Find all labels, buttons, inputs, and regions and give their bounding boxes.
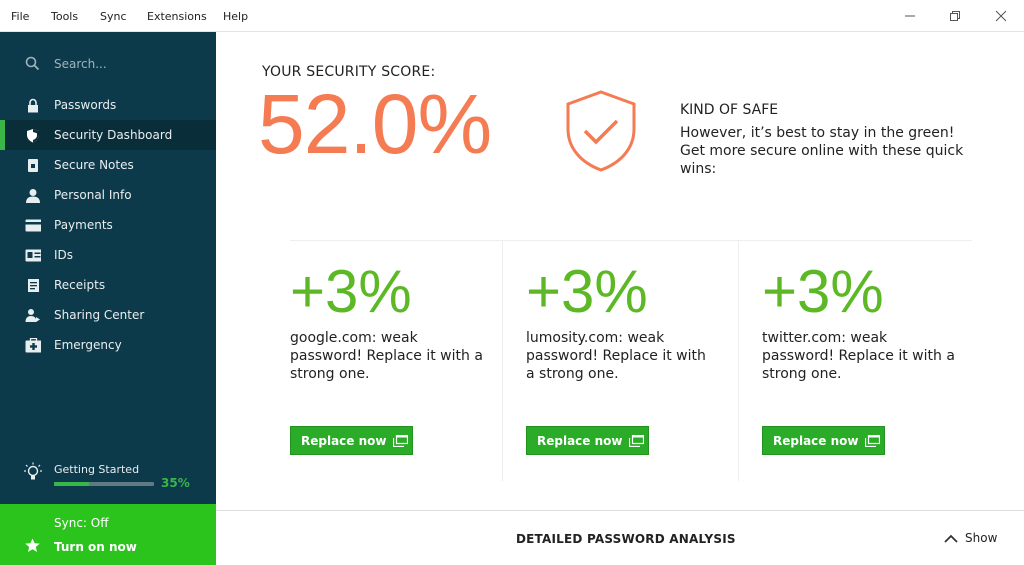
sidebar-item-label: Passwords (54, 98, 117, 112)
safety-level-description: However, it’s best to stay in the green!… (680, 125, 964, 177)
show-analysis-button[interactable]: Show (944, 527, 997, 549)
external-window-icon (865, 434, 881, 447)
sidebar-item-personal-info[interactable]: Personal Info (0, 180, 216, 210)
menu-tools[interactable]: Tools (51, 10, 78, 23)
quick-win-card: +3% google.com: weak password! Replace i… (290, 241, 526, 481)
sidebar-item-sharing-center[interactable]: Sharing Center (0, 300, 216, 330)
getting-started-progress-bar (54, 482, 154, 486)
sync-status: Sync: Off (54, 516, 109, 530)
sidebar-item-label: Receipts (54, 278, 106, 292)
lightbulb-icon (24, 462, 42, 486)
sidebar-item-label: Sharing Center (54, 308, 145, 322)
quick-win-card: +3% twitter.com: weak password! Replace … (738, 241, 974, 481)
search-box[interactable]: Search... (0, 50, 216, 78)
quick-win-percent: +3% (290, 258, 412, 325)
shield-icon (25, 128, 41, 142)
id-card-icon (25, 248, 41, 262)
sidebar-item-security-dashboard[interactable]: Security Dashboard (0, 120, 216, 150)
show-label: Show (965, 531, 998, 545)
replace-now-button[interactable]: Replace now (290, 426, 413, 455)
sidebar-item-payments[interactable]: Payments (0, 210, 216, 240)
quick-win-description: google.com: weak password! Replace it wi… (290, 330, 483, 382)
quick-win-card: +3% lumosity.com: weak password! Replace… (502, 241, 738, 481)
safety-level-title: KIND OF SAFE (680, 102, 779, 118)
sidebar-item-label: Secure Notes (54, 158, 134, 172)
menu-file[interactable]: File (11, 10, 29, 23)
replace-now-label: Replace now (301, 433, 387, 448)
sidebar-item-secure-notes[interactable]: Secure Notes (0, 150, 216, 180)
turn-on-sync-button[interactable]: Turn on now (54, 540, 137, 554)
close-button[interactable] (990, 6, 1012, 26)
lock-icon (25, 98, 41, 112)
minimize-icon (905, 15, 915, 17)
sidebar: Search... Passwords Security Dashboard S… (0, 32, 216, 565)
close-icon (995, 10, 1007, 22)
shield-check-icon (564, 89, 638, 177)
quick-win-percent: +3% (526, 258, 648, 325)
external-window-icon (393, 434, 409, 447)
getting-started[interactable]: Getting Started 35% (0, 460, 216, 500)
password-analysis-bar: DETAILED PASSWORD ANALYSIS Show (216, 510, 1024, 565)
menu-extensions[interactable]: Extensions (147, 10, 207, 23)
note-icon (25, 158, 41, 172)
sidebar-item-label: Security Dashboard (54, 128, 173, 142)
getting-started-progress-fill (54, 482, 89, 486)
menu-bar: File Tools Sync Extensions Help (0, 0, 1024, 32)
security-score-value: 52.0% (258, 77, 492, 171)
restore-button[interactable] (944, 6, 966, 26)
sidebar-item-label: Payments (54, 218, 113, 232)
quick-win-percent: +3% (762, 258, 884, 325)
sidebar-item-ids[interactable]: IDs (0, 240, 216, 270)
getting-started-percent: 35% (161, 476, 190, 490)
sidebar-item-label: IDs (54, 248, 74, 262)
restore-icon (950, 11, 960, 21)
sidebar-item-emergency[interactable]: Emergency (0, 330, 216, 360)
getting-started-label: Getting Started (54, 463, 140, 476)
quick-win-description: twitter.com: weak password! Replace it w… (762, 330, 955, 382)
sidebar-item-label: Personal Info (54, 188, 132, 202)
search-input[interactable]: Search... (54, 57, 107, 71)
replace-now-label: Replace now (537, 433, 623, 448)
star-icon (25, 538, 40, 557)
replace-now-button[interactable]: Replace now (526, 426, 649, 455)
sidebar-item-receipts[interactable]: Receipts (0, 270, 216, 300)
sync-panel: Sync: Off Turn on now (0, 504, 216, 565)
external-window-icon (629, 434, 645, 447)
search-icon (25, 56, 40, 75)
replace-now-button[interactable]: Replace now (762, 426, 885, 455)
main-content: YOUR SECURITY SCORE: 52.0% KIND OF SAFE … (216, 32, 1024, 565)
sharing-icon (25, 308, 41, 322)
sidebar-item-label: Emergency (54, 338, 122, 352)
chevron-up-icon (944, 534, 958, 543)
person-icon (25, 188, 41, 203)
password-analysis-title: DETAILED PASSWORD ANALYSIS (516, 532, 736, 546)
first-aid-icon (25, 337, 41, 352)
quick-win-description: lumosity.com: weak password! Replace it … (526, 330, 706, 382)
menu-help[interactable]: Help (223, 10, 248, 23)
receipt-icon (25, 278, 41, 292)
minimize-button[interactable] (899, 6, 921, 26)
card-icon (25, 218, 41, 232)
menu-sync[interactable]: Sync (100, 10, 127, 23)
sidebar-item-passwords[interactable]: Passwords (0, 90, 216, 120)
replace-now-label: Replace now (773, 433, 859, 448)
